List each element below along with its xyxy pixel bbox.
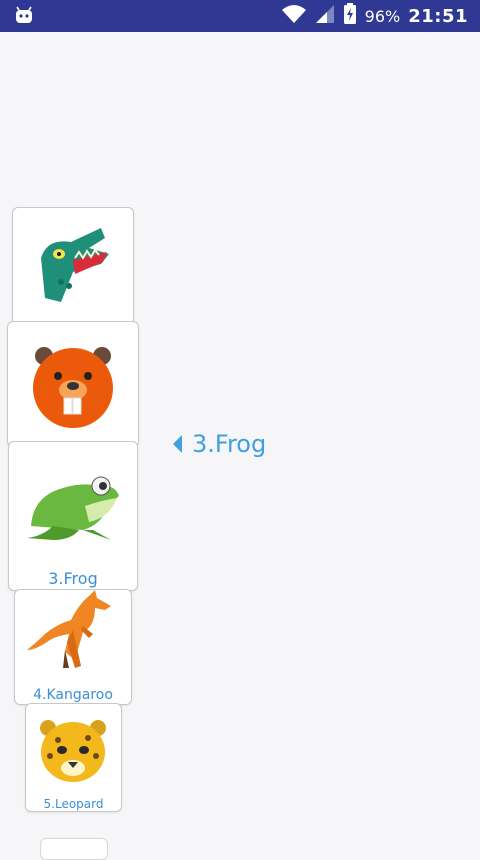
signal-icon	[315, 4, 335, 28]
clock: 21:51	[408, 5, 468, 27]
left-triangle-icon	[173, 435, 182, 453]
selected-animal-label: 3.Frog	[192, 430, 267, 458]
animal-card-next[interactable]	[40, 838, 108, 860]
animal-card-beaver[interactable]	[7, 321, 139, 447]
frog-icon	[27, 476, 119, 540]
status-bar: 96% 21:51	[0, 0, 480, 32]
wifi-icon	[281, 4, 307, 28]
kangaroo-icon	[27, 590, 111, 668]
animal-card-kangaroo[interactable]: 4.Kangaroo	[14, 589, 132, 705]
android-icon	[14, 6, 34, 30]
animal-card-crocodile[interactable]	[12, 207, 134, 327]
animal-card-label: 3.Frog	[48, 569, 98, 588]
animal-card-label: 4.Kangaroo	[33, 687, 113, 703]
animal-card-frog[interactable]: 3.Frog	[8, 441, 138, 591]
crocodile-icon	[41, 228, 109, 302]
leopard-icon	[40, 720, 106, 782]
selection-indicator: 3.Frog	[173, 430, 266, 458]
animal-card-leopard[interactable]: 5.Leopard	[25, 703, 122, 812]
battery-percent: 96%	[364, 6, 401, 26]
beaver-icon	[33, 347, 113, 428]
battery-icon	[343, 3, 357, 29]
animal-card-label: 5.Leopard	[43, 797, 104, 811]
